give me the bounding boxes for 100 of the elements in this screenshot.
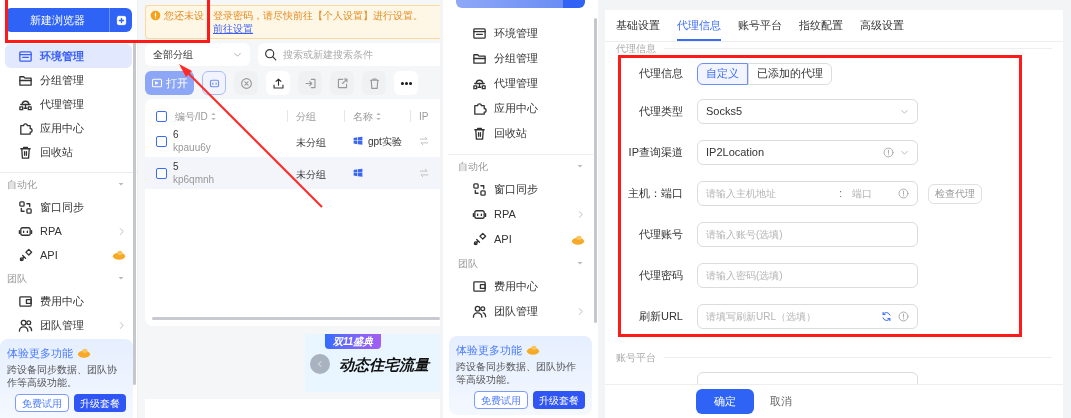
folder-icon	[472, 51, 487, 66]
trial-button[interactable]: 免费试用	[15, 394, 69, 412]
upload-button[interactable]	[266, 71, 290, 95]
vip-icon	[526, 343, 540, 356]
banner-title: 动态住宅流量	[339, 355, 429, 375]
import-button[interactable]	[298, 71, 322, 95]
chevron-down-icon	[900, 148, 909, 157]
share-icon	[335, 76, 349, 90]
checkbox[interactable]	[156, 167, 167, 179]
alert-text: 您还未设	[164, 9, 204, 22]
promo-title: 体验更多功能	[7, 345, 73, 361]
upgrade-button[interactable]: 升级套餐	[533, 391, 585, 409]
text-input[interactable]: 请输入密码(选填)	[706, 268, 909, 283]
section-header: 团队	[458, 256, 478, 271]
sidebar-item[interactable]: API	[448, 227, 593, 252]
scrollbar[interactable]	[594, 18, 597, 323]
card-icon	[18, 293, 33, 309]
sidebar-item[interactable]: 窗口同步	[5, 195, 132, 219]
chevron-right-icon	[117, 320, 126, 330]
sidebar-item[interactable]: 回收站	[5, 140, 132, 164]
trash-icon	[472, 126, 487, 141]
profile-number: 6	[173, 128, 180, 141]
swap-icon	[419, 136, 429, 146]
scrollbar[interactable]	[152, 317, 440, 320]
sidebar-item[interactable]: 应用中心	[448, 96, 593, 121]
scrollbar[interactable]	[133, 40, 136, 385]
checkbox[interactable]	[156, 135, 167, 147]
tab[interactable]: 代理信息	[677, 16, 721, 41]
windows-icon	[353, 136, 363, 146]
window-sync-icon	[472, 182, 487, 197]
group-dropdown[interactable]: 全部分组	[145, 43, 250, 66]
sidebar-item[interactable]: 回收站	[448, 121, 593, 146]
plug-icon	[472, 232, 487, 247]
confirm-button[interactable]: 确定	[696, 389, 754, 414]
chevron-down-icon	[233, 50, 242, 59]
new-browser-button[interactable]: 新建浏览器	[5, 8, 132, 32]
sidebar-item[interactable]: RPA	[448, 202, 593, 227]
sidebar-item[interactable]: 分组管理	[5, 68, 132, 92]
section-header: 团队	[7, 271, 27, 286]
profile-number: 5	[173, 160, 180, 173]
input-field[interactable]: 请输入密码(选填)	[697, 263, 918, 288]
table-row[interactable]: 5 kp6qmnh 未分组	[145, 157, 440, 189]
settings-link[interactable]: 前往设置	[213, 23, 253, 34]
delete-button[interactable]	[362, 71, 386, 95]
vip-icon	[112, 249, 126, 261]
new-browser-button[interactable]	[456, 0, 585, 8]
sidebar-item[interactable]: 环境管理	[448, 21, 593, 46]
chevron-down-icon	[900, 107, 909, 116]
search-input[interactable]: 搜索或新建搜索条件	[283, 47, 434, 62]
previous-button[interactable]	[310, 354, 330, 374]
plug-icon	[18, 247, 33, 263]
sidebar-item[interactable]: 团队管理	[448, 299, 593, 324]
sidebar-item[interactable]: 费用中心	[5, 289, 132, 313]
field-label: 代理类型	[638, 104, 683, 120]
upgrade-button[interactable]: 升级套餐	[74, 394, 126, 412]
field-label: 代理账号	[638, 227, 683, 243]
segment-option[interactable]: 自定义	[697, 62, 748, 85]
chevron-down-icon	[576, 259, 584, 267]
chevron-right-icon	[576, 210, 585, 219]
tab[interactable]: 基础设置	[616, 16, 660, 41]
tab[interactable]: 高级设置	[860, 16, 904, 41]
trash-icon	[18, 144, 33, 160]
info-icon	[898, 311, 909, 322]
chevron-down-icon	[117, 274, 125, 282]
cancel-button[interactable]: 取消	[770, 393, 792, 410]
checkbox[interactable]	[156, 110, 167, 122]
text-input[interactable]: 端口	[852, 186, 892, 201]
sidebar-item[interactable]: 应用中心	[5, 116, 132, 140]
window-icon	[151, 77, 163, 89]
sidebar-item[interactable]: 团队管理	[5, 313, 132, 337]
stop-button[interactable]	[234, 71, 258, 95]
text-input[interactable]: 请输入账号(选填)	[706, 227, 909, 242]
sidebar-item[interactable]: 费用中心	[448, 274, 593, 299]
select-field[interactable]: IP2Location	[697, 140, 918, 165]
tab[interactable]: 账号平台	[738, 16, 782, 41]
refresh-icon	[881, 311, 892, 322]
field-label: 代理信息	[638, 66, 683, 82]
share-button[interactable]	[330, 71, 354, 95]
vip-icon	[77, 346, 91, 359]
segment-option[interactable]: 已添加的代理	[748, 62, 832, 85]
tab[interactable]: 指纹配置	[799, 16, 843, 41]
sidebar-item[interactable]: 环境管理	[5, 44, 132, 68]
sidebar-item[interactable]: 窗口同步	[448, 177, 593, 202]
sidebar-item[interactable]: 代理管理	[5, 92, 132, 116]
input-field[interactable]: 请输入账号(选填)	[697, 222, 918, 247]
upload-icon	[271, 76, 285, 90]
ad-banner[interactable]: 双11盛典 动态住宅流量	[305, 334, 440, 392]
vip-icon	[571, 233, 585, 246]
sidebar-item[interactable]: RPA	[5, 219, 132, 243]
trash-icon	[367, 76, 381, 90]
select-field[interactable]: Socks5	[697, 99, 918, 124]
trial-button[interactable]: 免费试用	[474, 391, 528, 409]
field-label: 主机：端口	[627, 186, 683, 202]
section-header: 自动化	[7, 177, 37, 192]
search-field[interactable]: 搜索或新建搜索条件	[258, 43, 440, 66]
more-button[interactable]	[394, 71, 418, 95]
sidebar-item[interactable]: 代理管理	[448, 71, 593, 96]
rpa-button[interactable]	[202, 71, 226, 95]
sidebar-item[interactable]: 分组管理	[448, 46, 593, 71]
sidebar-item[interactable]: API	[5, 243, 132, 267]
